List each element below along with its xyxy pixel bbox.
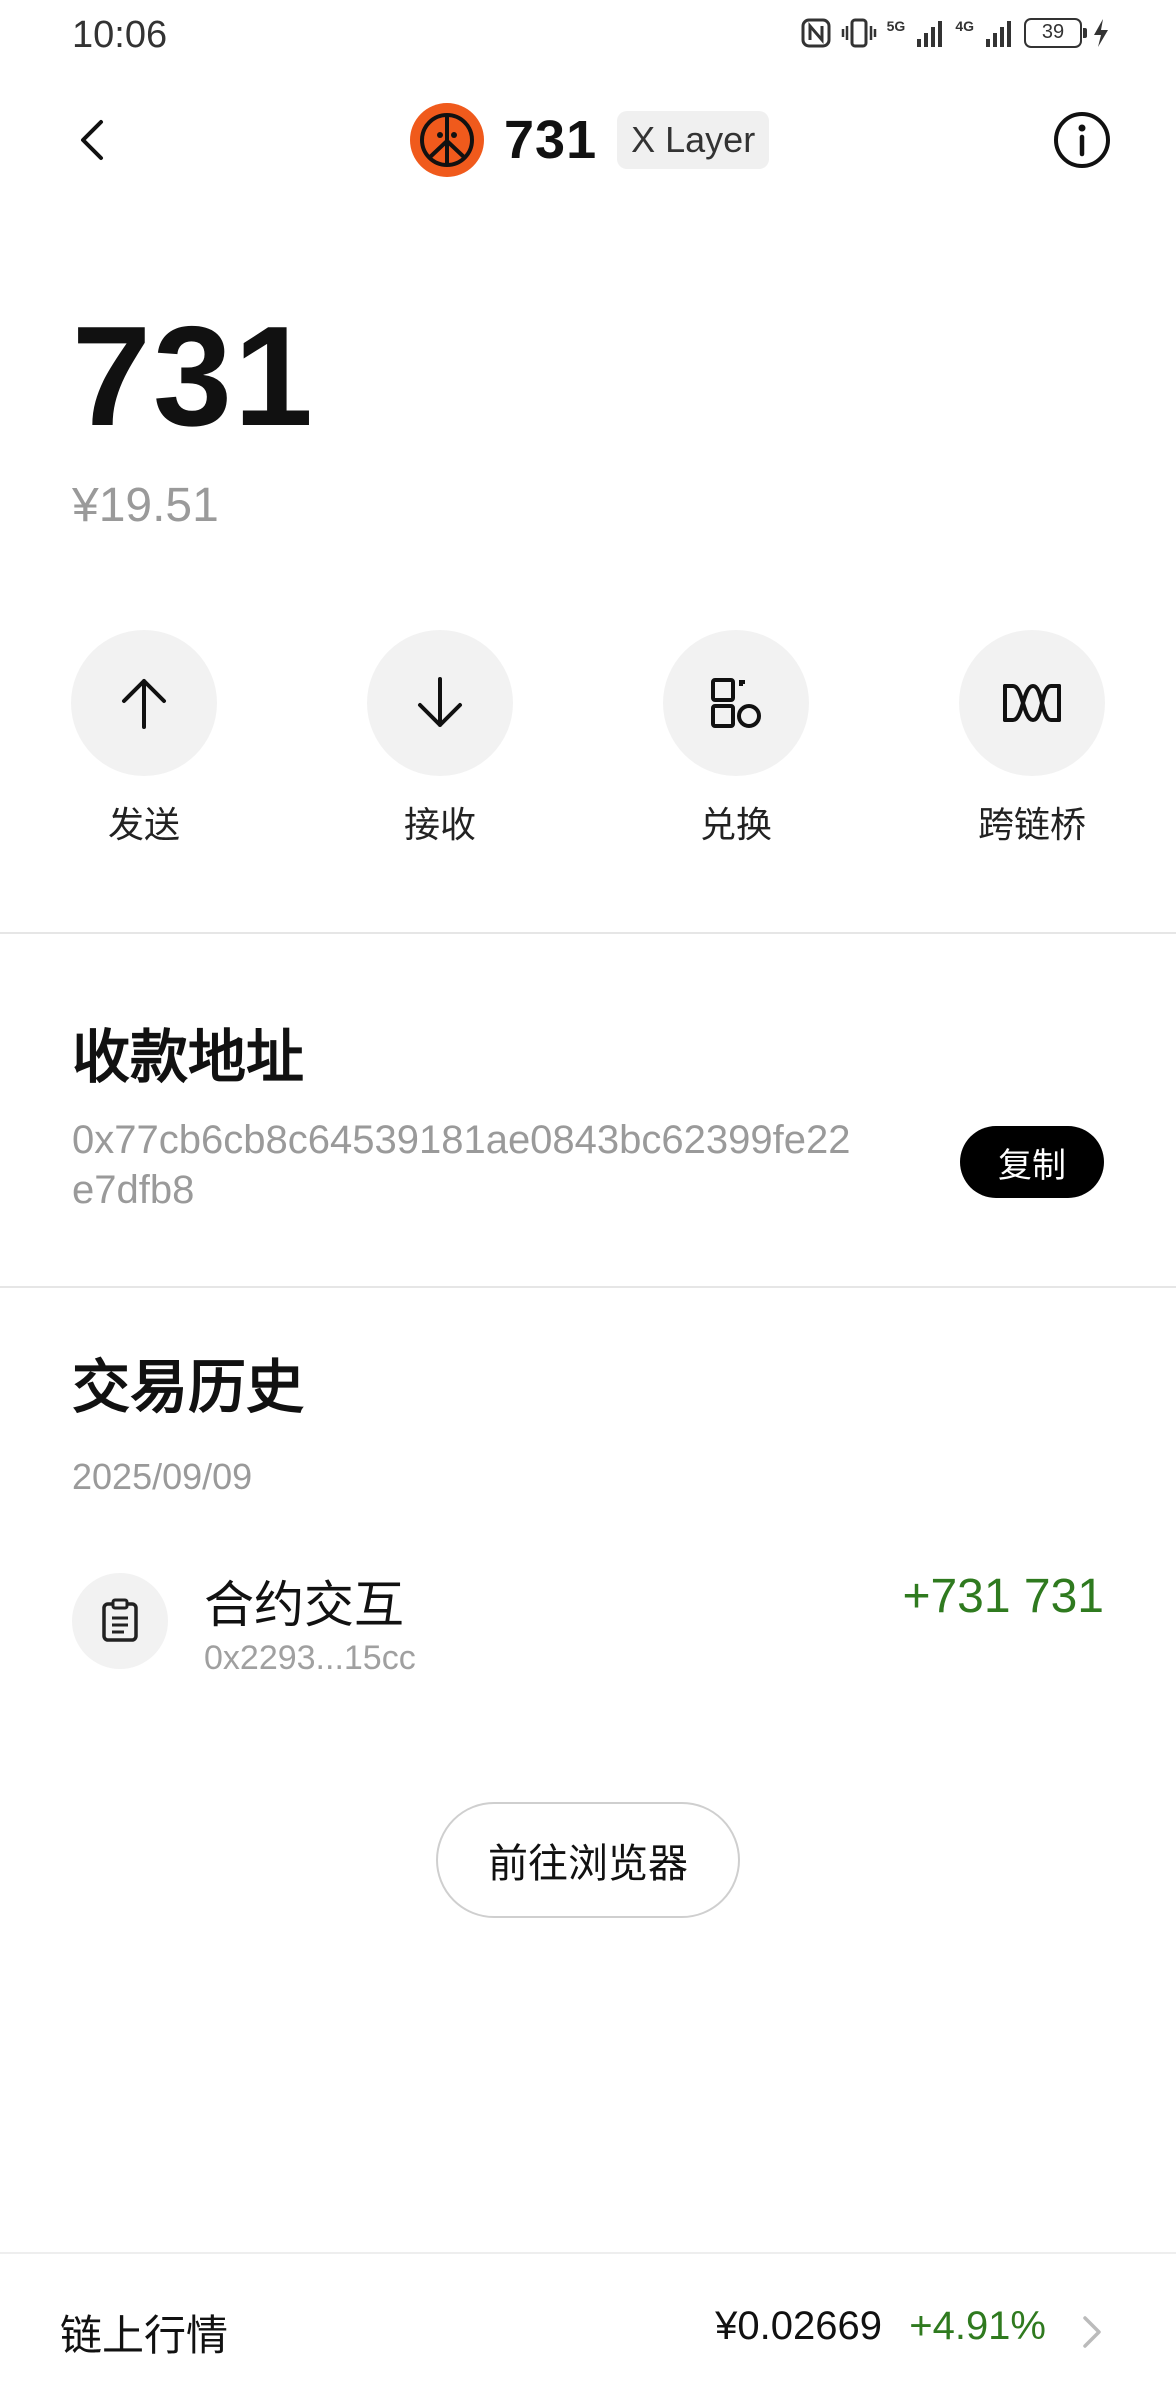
market-bar[interactable]: 链上行情 ¥0.02669 +4.91% [0, 2252, 1176, 2400]
bridge-circle [959, 630, 1105, 776]
chain-badge: X Layer [617, 111, 770, 169]
send-label: 发送 [107, 804, 180, 845]
receive-button[interactable]: 接收 [340, 630, 540, 848]
bridge-icon [1003, 683, 1061, 723]
tx-address: 0x2293...15cc [204, 1639, 416, 1677]
address-section-title: 收款地址 [72, 1025, 305, 1090]
bridge-button[interactable]: 跨链桥 [932, 630, 1132, 848]
peace-sign-icon [420, 113, 474, 167]
swap-icon [711, 678, 761, 728]
chevron-right-icon [1083, 2316, 1101, 2348]
divider [0, 932, 1176, 934]
token-detail-page: 10:06 5G 4G 39 731 X Layer 731 ¥19.51 发送… [0, 0, 1176, 2400]
transaction-row[interactable]: 合约交互 0x2293...15cc +731 731 [72, 1565, 1104, 1685]
tx-amount: +731 731 [902, 1570, 1104, 1623]
divider [0, 1286, 1176, 1288]
receive-circle [367, 630, 513, 776]
status-icons: 5G 4G 39 [801, 18, 1110, 48]
battery-level: 39 [1041, 21, 1065, 43]
market-change: +4.91% [909, 2304, 1046, 2348]
info-button[interactable] [1050, 108, 1114, 172]
status-bar: 10:06 5G 4G 39 [0, 0, 1176, 72]
info-icon [1054, 112, 1110, 168]
nfc-icon [801, 18, 831, 48]
chevron-left-icon [81, 120, 103, 160]
tx-icon-circle [72, 1573, 168, 1669]
battery-icon: 39 [1024, 18, 1087, 48]
history-date: 2025/09/09 [72, 1456, 253, 1497]
receive-label: 接收 [403, 804, 476, 845]
clipboard-icon [102, 1598, 138, 1642]
network-label-4g: 4G [955, 18, 974, 34]
arrow-up-icon [122, 679, 166, 729]
swap-button[interactable]: 兑换 [636, 630, 836, 848]
page-title: 731 [504, 110, 598, 170]
action-row: 发送 接收 兑换 跨链桥 [0, 630, 1176, 850]
swap-circle [663, 630, 809, 776]
tx-title: 合约交互 [204, 1577, 404, 1633]
swap-label: 兑换 [699, 804, 772, 845]
open-explorer-button[interactable]: 前往浏览器 [436, 1802, 740, 1918]
token-logo [410, 103, 484, 177]
status-time: 10:06 [72, 14, 168, 56]
market-price: ¥0.02669 [715, 2304, 882, 2348]
bridge-label: 跨链桥 [977, 804, 1086, 845]
balance-fiat: ¥19.51 [72, 479, 219, 532]
header-title-group: 731 X Layer [410, 100, 770, 180]
charging-icon [1094, 19, 1108, 47]
market-label: 链上行情 [60, 2312, 229, 2359]
back-button[interactable] [62, 110, 122, 170]
receive-address: 0x77cb6cb8c64539181ae0843bc62399fe22e7df… [72, 1118, 851, 1212]
send-button[interactable]: 发送 [44, 630, 244, 848]
network-label-5g: 5G [886, 18, 906, 34]
arrow-down-icon [418, 677, 462, 727]
signal-icon-2 [986, 21, 1011, 47]
copy-button[interactable]: 复制 [960, 1126, 1104, 1198]
vibrate-icon [841, 18, 876, 48]
send-circle [71, 630, 217, 776]
balance-amount: 731 [72, 297, 315, 456]
signal-icon [917, 21, 943, 47]
history-section-title: 交易历史 [72, 1355, 305, 1420]
header: 731 X Layer [0, 90, 1176, 190]
